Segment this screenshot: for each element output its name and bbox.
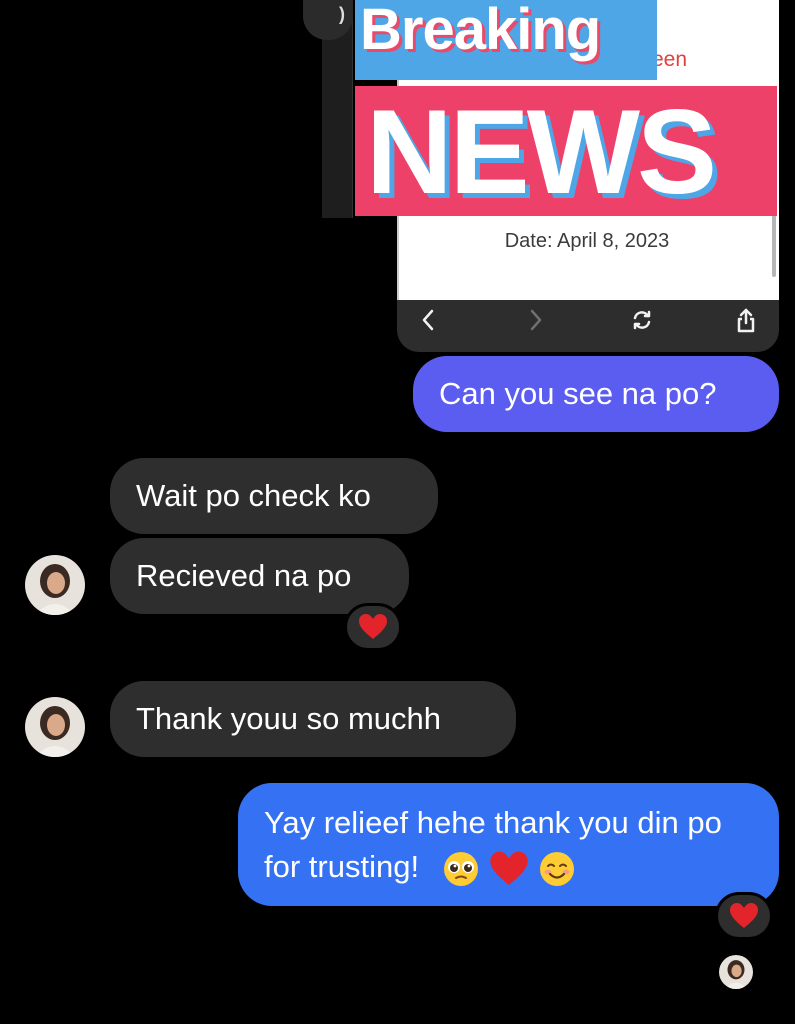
heart-reaction[interactable] [344,603,402,651]
message-text: Can you see na po? [439,376,717,411]
read-receipt-avatar [719,955,753,989]
screenshot-browser-toolbar [397,300,779,352]
message-text: Thank youu so muchh [136,701,442,736]
message-text: Recieved na po [136,558,352,593]
message-bubble-outgoing[interactable]: Can you see na po? [413,356,779,432]
message-bubble-incoming[interactable]: Wait po check ko [110,458,438,534]
heart-reaction[interactable] [715,892,773,940]
sticker-news-text: NEWS [366,85,717,219]
heart-icon [730,903,758,928]
message-bubble-outgoing[interactable]: Yay relieef hehe thank you din po for tr… [238,783,779,906]
heart-icon [490,851,528,885]
chevron-left-icon[interactable] [413,308,443,340]
chevron-right-icon[interactable] [521,308,551,340]
reload-icon[interactable] [627,308,657,340]
message-text: Wait po check ko [136,478,371,513]
screenshot-date: Date: April 8, 2023 [504,230,670,252]
heart-icon [359,614,387,639]
sticker-breaking-text: Breaking [360,0,601,62]
share-icon[interactable] [731,308,761,340]
screenshot-text-fragment: een [652,48,688,71]
contact-avatar[interactable] [25,555,85,615]
info-icon: ) [339,4,345,24]
pleading-face-icon [444,851,479,886]
message-bubble-incoming[interactable]: Thank youu so muchh [110,681,516,757]
contact-avatar[interactable] [25,697,85,757]
smiling-face-icon [539,851,574,886]
